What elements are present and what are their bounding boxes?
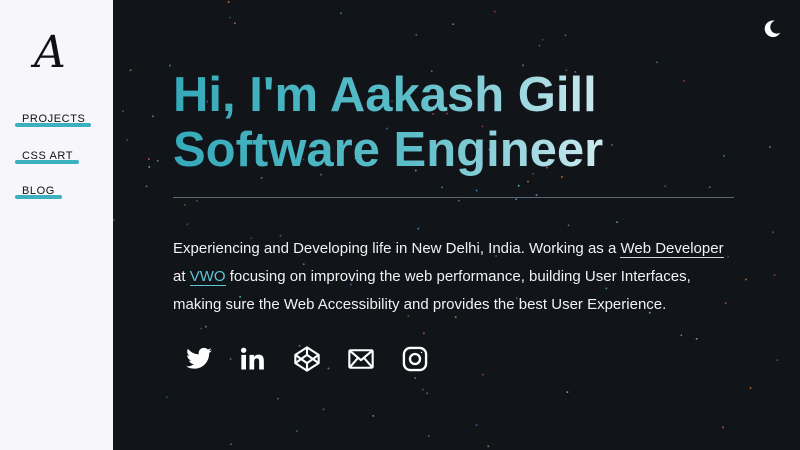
star: [152, 115, 154, 118]
sidebar: A PROJECTS CSS ART BLOG: [0, 0, 113, 450]
star: [227, 1, 230, 3]
star: [441, 186, 443, 189]
email-link[interactable]: [347, 345, 375, 373]
nav-projects-link[interactable]: PROJECTS: [22, 113, 85, 126]
star: [183, 204, 186, 206]
star: [773, 274, 776, 276]
star: [166, 396, 168, 399]
star: [680, 334, 683, 336]
moon-icon: [764, 20, 781, 38]
star: [494, 10, 496, 13]
star: [205, 325, 207, 328]
star: [277, 397, 279, 400]
star: [129, 69, 132, 72]
social-links: [185, 345, 429, 373]
hero-title: Software Engineer: [173, 123, 604, 177]
star: [417, 227, 420, 230]
star: [538, 44, 541, 47]
star: [148, 158, 150, 160]
star: [169, 64, 171, 67]
web-developer-link[interactable]: Web Developer: [620, 240, 724, 258]
star: [426, 392, 428, 395]
instagram-icon: [402, 346, 428, 372]
star: [487, 445, 490, 448]
bio-text-3: focusing on improving the web performanc…: [173, 268, 691, 313]
twitter-link[interactable]: [185, 345, 213, 373]
linkedin-icon: [240, 347, 264, 370]
star: [769, 146, 771, 148]
star: [541, 38, 544, 41]
star: [186, 223, 189, 225]
star: [749, 387, 752, 389]
star: [452, 23, 454, 25]
mail-icon: [348, 349, 374, 369]
star: [535, 194, 538, 196]
star: [234, 22, 236, 25]
nav-blog-link[interactable]: BLOG: [22, 185, 55, 198]
star: [656, 61, 658, 64]
bio-text-2: at: [173, 268, 190, 285]
star: [145, 185, 148, 188]
logo[interactable]: A: [34, 28, 66, 78]
star: [228, 16, 231, 19]
star: [708, 186, 711, 188]
codepen-link[interactable]: [293, 345, 321, 373]
twitter-icon: [186, 347, 212, 369]
star: [566, 391, 569, 393]
star: [415, 34, 418, 36]
star: [423, 332, 425, 335]
main-content: Hi, I'm Aakash Gill Software Engineer Ex…: [113, 0, 800, 450]
star: [616, 221, 618, 223]
star: [340, 12, 342, 14]
bio-text-1: Experiencing and Developing life in New …: [173, 240, 621, 257]
star: [148, 166, 151, 168]
star: [527, 180, 529, 183]
vwo-link[interactable]: VWO: [189, 268, 226, 286]
star: [422, 388, 424, 391]
star: [122, 110, 124, 112]
star: [664, 185, 666, 187]
star: [296, 430, 298, 432]
star: [722, 426, 724, 429]
star: [322, 408, 325, 411]
star: [414, 377, 417, 379]
star: [745, 278, 747, 281]
star: [723, 155, 725, 157]
codepen-icon: [294, 346, 320, 372]
linkedin-link[interactable]: [239, 345, 267, 373]
nav-css-art-link[interactable]: CSS ART: [22, 150, 73, 163]
star: [427, 435, 430, 437]
star: [230, 443, 232, 446]
star: [458, 199, 460, 202]
star: [564, 34, 567, 37]
star: [776, 359, 779, 361]
bio-paragraph: Experiencing and Developing life in New …: [173, 235, 733, 319]
star: [113, 219, 115, 221]
star: [772, 231, 774, 234]
instagram-link[interactable]: [401, 345, 429, 373]
star: [517, 184, 520, 187]
hero-heading: Hi, I'm Aakash Gill Software Engineer: [173, 68, 603, 178]
star: [482, 373, 484, 376]
star: [157, 160, 159, 162]
theme-toggle-button[interactable]: [761, 18, 783, 40]
star: [522, 64, 524, 67]
star: [695, 338, 698, 340]
star: [196, 199, 198, 202]
star: [515, 198, 517, 201]
hero-greeting: Hi, I'm Aakash Gill: [173, 68, 597, 122]
star: [567, 224, 570, 227]
star: [475, 424, 478, 426]
star: [372, 415, 375, 417]
star: [475, 189, 478, 192]
divider: [173, 197, 734, 198]
star: [126, 139, 128, 141]
star: [611, 144, 613, 146]
star: [683, 80, 685, 82]
star: [200, 327, 202, 330]
